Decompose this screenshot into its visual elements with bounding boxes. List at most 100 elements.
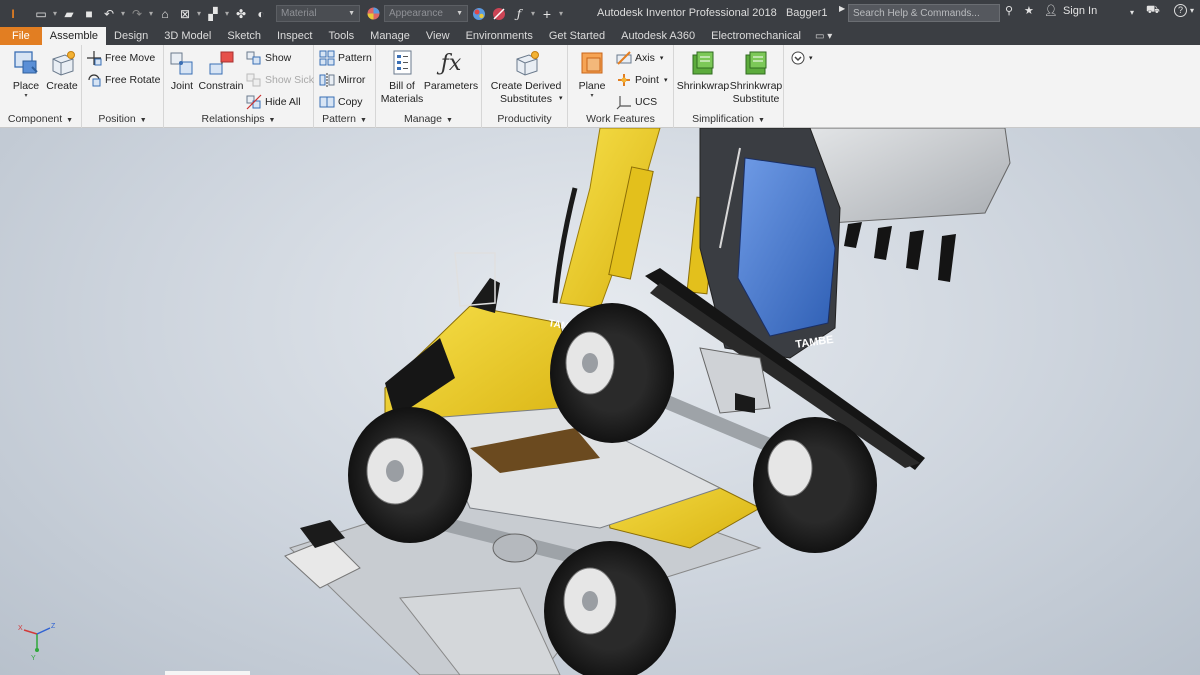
cart-icon[interactable]: ⛟ xyxy=(1146,4,1160,18)
plus-icon[interactable]: + xyxy=(538,5,556,23)
pattern-button[interactable]: Pattern xyxy=(319,50,372,66)
productivity-dropdown-icon[interactable]: ▾ xyxy=(559,90,563,106)
panel-label-productivity: Productivity xyxy=(497,113,552,125)
free-rotate-icon xyxy=(86,72,102,88)
tab-get-started[interactable]: Get Started xyxy=(541,27,613,45)
excavator-model[interactable]: TAMBE TAMBE xyxy=(0,128,1200,675)
triad-z-label: Z xyxy=(51,623,56,630)
ribbon-display-toggle-icon[interactable]: ▭ ▾ xyxy=(809,27,838,45)
tab-file[interactable]: File xyxy=(0,27,42,45)
panel-label-simplification[interactable]: Simplification ▼ xyxy=(674,113,783,127)
undo-dropdown-icon[interactable]: ▾ xyxy=(120,5,126,23)
tire-front-left xyxy=(348,407,472,543)
shrinkwrap-substitute-button[interactable]: Shrinkwrap Substitute xyxy=(730,49,782,106)
help-button[interactable]: ? ▾ xyxy=(1174,4,1194,17)
tire-rear-left xyxy=(550,303,674,443)
title-bar: I ▭ ▾ ▰ ■ ↶ ▾ ↷ ▾ ⌂ ⊠ ▾ ▞ ▾ ✤ ◐ Material… xyxy=(0,0,1200,27)
hide-all-button[interactable]: Hide All xyxy=(246,94,301,110)
tab-electromechanical[interactable]: Electromechanical xyxy=(703,27,809,45)
select-icon[interactable]: ⊠ xyxy=(176,5,194,23)
constrain-button[interactable]: Constrain xyxy=(198,49,244,93)
joint-button[interactable]: Joint xyxy=(166,49,198,93)
tab-environments[interactable]: Environments xyxy=(458,27,541,45)
home-icon[interactable]: ⌂ xyxy=(156,5,174,23)
parameters-button[interactable]: ƒx Parameters xyxy=(424,49,478,93)
tab-assemble[interactable]: Assemble xyxy=(41,27,107,45)
tab-autodesk-a360[interactable]: Autodesk A360 xyxy=(613,27,703,45)
mirror-icon xyxy=(319,72,335,88)
copy-button[interactable]: Copy xyxy=(319,94,363,110)
show-sick-button[interactable]: Show Sick xyxy=(246,72,314,88)
mirror-button[interactable]: Mirror xyxy=(319,72,365,88)
fx-parameters-icon: ƒx xyxy=(440,50,462,76)
favorites-star-icon[interactable]: ★ xyxy=(1024,4,1034,17)
inventor-logo-icon[interactable]: I xyxy=(4,5,22,23)
redo-icon[interactable]: ↷ xyxy=(128,5,146,23)
tab-view[interactable]: View xyxy=(418,27,458,45)
plane-dropdown-icon[interactable]: ▾ xyxy=(590,93,593,100)
show-constraints-icon xyxy=(246,50,262,66)
update-icon[interactable]: ✤ xyxy=(232,5,250,23)
open-folder-icon[interactable]: ▰ xyxy=(60,5,78,23)
save-icon[interactable]: ■ xyxy=(80,5,98,23)
bill-of-materials-icon xyxy=(387,49,417,77)
graphics-viewport[interactable]: TAMBE TAMBE X Y Z xyxy=(0,128,1200,675)
material-dropdown[interactable]: Material ▼ xyxy=(276,5,360,22)
shrinkwrap-substitute-icon xyxy=(741,49,771,77)
panel-label-pattern[interactable]: Pattern ▼ xyxy=(314,113,375,127)
free-move-button[interactable]: Free Move xyxy=(86,50,155,66)
tab-sketch[interactable]: Sketch xyxy=(219,27,269,45)
redo-dropdown-icon[interactable]: ▾ xyxy=(148,5,154,23)
search-binoculars-icon[interactable]: ⚲ xyxy=(1005,4,1013,17)
create-button[interactable]: Create xyxy=(44,49,80,93)
tab-inspect[interactable]: Inspect xyxy=(269,27,320,45)
panel-productivity: Create Derived Substitutes ▾ Productivit… xyxy=(482,45,568,128)
bill-of-materials-button[interactable]: Bill of Materials xyxy=(380,49,424,106)
place-dropdown-icon[interactable]: ▾ xyxy=(24,93,27,100)
panel-label-manage[interactable]: Manage ▼ xyxy=(376,113,481,127)
ucs-button[interactable]: UCS xyxy=(616,94,657,110)
document-tab[interactable] xyxy=(165,671,250,675)
panel-label-position[interactable]: Position ▼ xyxy=(82,113,163,127)
user-icon: 👤︎ xyxy=(1044,5,1058,17)
axis-button[interactable]: Axis ▾ xyxy=(616,50,663,66)
view-triad-icon[interactable]: X Y Z xyxy=(14,620,60,660)
measure-icon[interactable]: ▞ xyxy=(204,5,222,23)
panel-label-relationships[interactable]: Relationships ▼ xyxy=(164,113,313,127)
show-button[interactable]: Show xyxy=(246,50,291,66)
search-expand-icon[interactable]: ▶ xyxy=(839,4,845,13)
pattern-icon xyxy=(319,50,335,66)
create-derived-substitutes-button[interactable]: Create Derived Substitutes xyxy=(486,49,566,106)
adjust-appearance-icon[interactable] xyxy=(470,5,488,23)
tab-design[interactable]: Design xyxy=(106,27,156,45)
fx-parameters-icon[interactable]: ƒ xyxy=(510,5,528,23)
show-sick-icon xyxy=(246,72,262,88)
color-icon[interactable]: ◐ xyxy=(252,5,270,23)
window-title: Autodesk Inventor Professional 2018 Bagg… xyxy=(597,7,828,19)
plane-button[interactable]: Plane ▾ xyxy=(574,49,610,100)
joint-icon xyxy=(167,49,197,77)
shrinkwrap-button[interactable]: Shrinkwrap xyxy=(676,49,730,93)
panel-label-component[interactable]: Component ▼ xyxy=(0,113,81,127)
tab-tools[interactable]: Tools xyxy=(320,27,362,45)
quick-access-toolbar: I ▭ ▾ ▰ ■ ↶ ▾ ↷ ▾ ⌂ ⊠ ▾ ▞ ▾ ✤ ◐ Material… xyxy=(0,0,564,27)
ribbon-options-button[interactable]: ▾ xyxy=(790,50,813,66)
appearance-dropdown[interactable]: Appearance ▼ xyxy=(384,5,468,22)
panel-extra: ▾ xyxy=(784,45,818,128)
derived-substitute-icon xyxy=(511,49,541,77)
search-input[interactable] xyxy=(848,4,1000,22)
tab-manage[interactable]: Manage xyxy=(362,27,418,45)
appearance-sphere-icon[interactable] xyxy=(364,5,382,23)
new-file-icon[interactable]: ▭ xyxy=(32,5,50,23)
place-component-icon xyxy=(11,49,41,77)
undo-icon[interactable]: ↶ xyxy=(100,5,118,23)
free-rotate-button[interactable]: Free Rotate xyxy=(86,72,160,88)
sign-in-button[interactable]: 👤︎ Sign In xyxy=(1044,4,1097,18)
point-button[interactable]: Point ▾ xyxy=(616,72,667,88)
place-button[interactable]: Place ▾ xyxy=(8,49,44,100)
differential xyxy=(492,533,538,563)
new-dropdown-icon[interactable]: ▾ xyxy=(52,5,58,23)
tab-3d-model[interactable]: 3D Model xyxy=(156,27,219,45)
sign-in-dropdown-icon[interactable]: ▾ xyxy=(1130,8,1134,17)
clear-appearance-icon[interactable] xyxy=(490,5,508,23)
